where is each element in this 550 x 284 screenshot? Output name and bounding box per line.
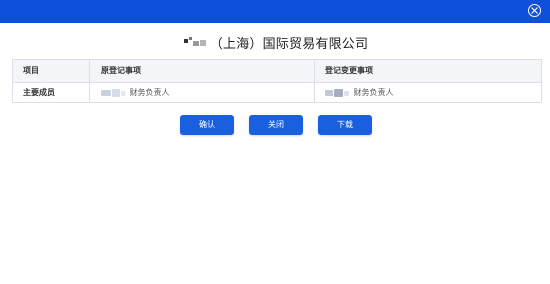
table-row: 主要成员 财务负责人 财务负责人 <box>13 82 541 103</box>
company-title: （上海）国际贸易有限公司 <box>209 36 369 52</box>
dialog-heading: （上海）国际贸易有限公司 <box>0 32 550 52</box>
column-header-original: 原登记事项 <box>101 66 141 75</box>
original-value-cell: 财务负责人 <box>101 82 170 104</box>
original-role-text: 财务负责人 <box>129 88 170 97</box>
redacted-person-name <box>101 88 125 98</box>
column-header-changed: 登记变更事项 <box>325 66 373 75</box>
changed-role-text: 财务负责人 <box>353 88 394 97</box>
confirm-button[interactable]: 确认 <box>180 115 234 135</box>
column-header-item: 项目 <box>23 66 39 75</box>
close-circle-icon[interactable] <box>528 4 541 17</box>
changed-value-cell: 财务负责人 <box>325 82 394 104</box>
column-divider <box>314 60 315 102</box>
change-record-table: 项目 原登记事项 登记变更事项 主要成员 财务负责人 财务负责人 <box>12 59 542 103</box>
column-divider <box>89 60 90 102</box>
close-button[interactable]: 关闭 <box>249 115 303 135</box>
table-header: 项目 原登记事项 登记变更事项 <box>13 60 541 83</box>
row-item-label: 主要成员 <box>23 88 55 97</box>
download-button[interactable]: 下载 <box>318 115 372 135</box>
redacted-company-name <box>182 35 208 49</box>
dialog-title-bar <box>0 0 550 23</box>
redacted-person-name <box>325 88 349 98</box>
